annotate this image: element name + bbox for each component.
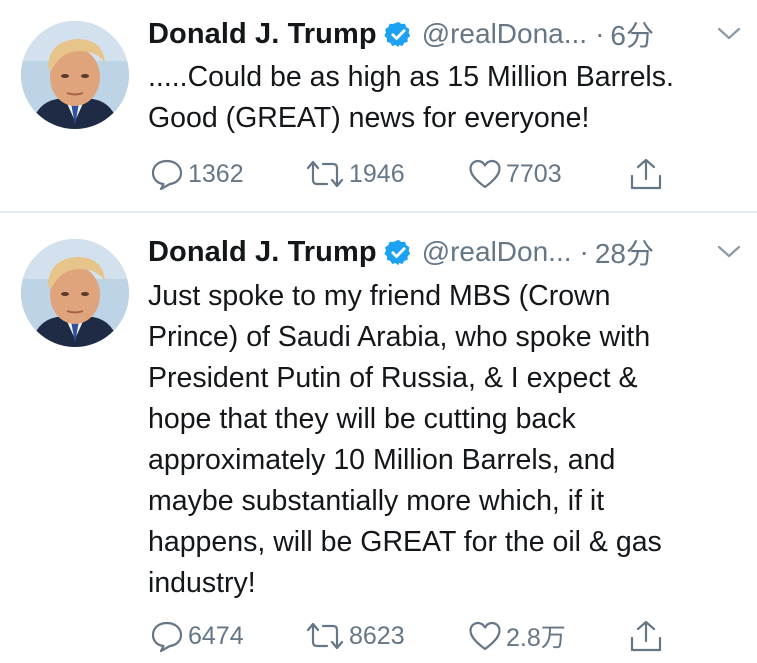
share-button[interactable]	[628, 618, 664, 654]
tweet-text: Just spoke to my friend MBS (Crown Princ…	[148, 280, 662, 599]
like-button[interactable]: 7703	[468, 156, 562, 192]
display-name[interactable]: Donald J. Trump	[148, 236, 377, 269]
heart-icon	[469, 621, 501, 651]
reply-count: 1362	[188, 159, 244, 188]
retweet-button[interactable]: 8623	[305, 618, 405, 654]
reply-button[interactable]: 6474	[150, 618, 244, 654]
tweet-header: Donald J. Trump @realDona... · 6分	[148, 12, 747, 56]
like-count: 2.8万	[506, 624, 566, 652]
reply-button[interactable]: 1362	[150, 156, 244, 192]
avatar[interactable]	[21, 21, 129, 129]
retweet-count: 8623	[349, 621, 405, 650]
retweet-count: 1946	[349, 159, 405, 188]
display-name[interactable]: Donald J. Trump	[148, 18, 377, 51]
avatar-portrait-image	[21, 21, 129, 129]
share-button[interactable]	[628, 156, 664, 192]
retweet-button[interactable]: 1946	[305, 156, 405, 192]
like-button[interactable]: 2.8万	[468, 618, 566, 654]
chevron-down-icon[interactable]	[717, 27, 741, 41]
separator-dot: ·	[595, 18, 605, 49]
tweet-actions: 1362 1946 7703	[150, 156, 710, 192]
heart-icon	[469, 159, 501, 189]
share-icon	[630, 158, 662, 190]
like-count: 7703	[506, 159, 562, 188]
separator-dot: ·	[579, 236, 589, 267]
retweet-icon	[306, 622, 344, 650]
avatar-portrait-image	[21, 239, 129, 347]
tweet-actions: 6474 8623 2.8万	[150, 618, 710, 654]
reply-count: 6474	[188, 621, 244, 650]
tweet-text: .....Could be as high as 15 Million Barr…	[148, 61, 674, 134]
tweet-header: Donald J. Trump @realDon... · 28分	[148, 230, 747, 274]
timestamp[interactable]: 28分	[595, 232, 654, 272]
tweet-item[interactable]: Donald J. Trump @realDona... · 6分 .....C…	[0, 0, 757, 212]
tweet-item[interactable]: Donald J. Trump @realDon... · 28分 Just s…	[0, 213, 757, 663]
retweet-icon	[306, 160, 344, 188]
timestamp[interactable]: 6分	[610, 14, 654, 54]
reply-icon	[151, 159, 183, 190]
reply-icon	[151, 621, 183, 652]
user-handle[interactable]: @realDona...	[422, 18, 587, 50]
share-icon	[630, 620, 662, 652]
verified-badge-icon	[384, 21, 410, 47]
avatar[interactable]	[21, 239, 129, 347]
user-handle[interactable]: @realDon...	[422, 236, 572, 268]
verified-badge-icon	[384, 239, 410, 265]
chevron-down-icon[interactable]	[717, 245, 741, 259]
tweet-timeline: Donald J. Trump @realDona... · 6分 .....C…	[0, 0, 757, 663]
